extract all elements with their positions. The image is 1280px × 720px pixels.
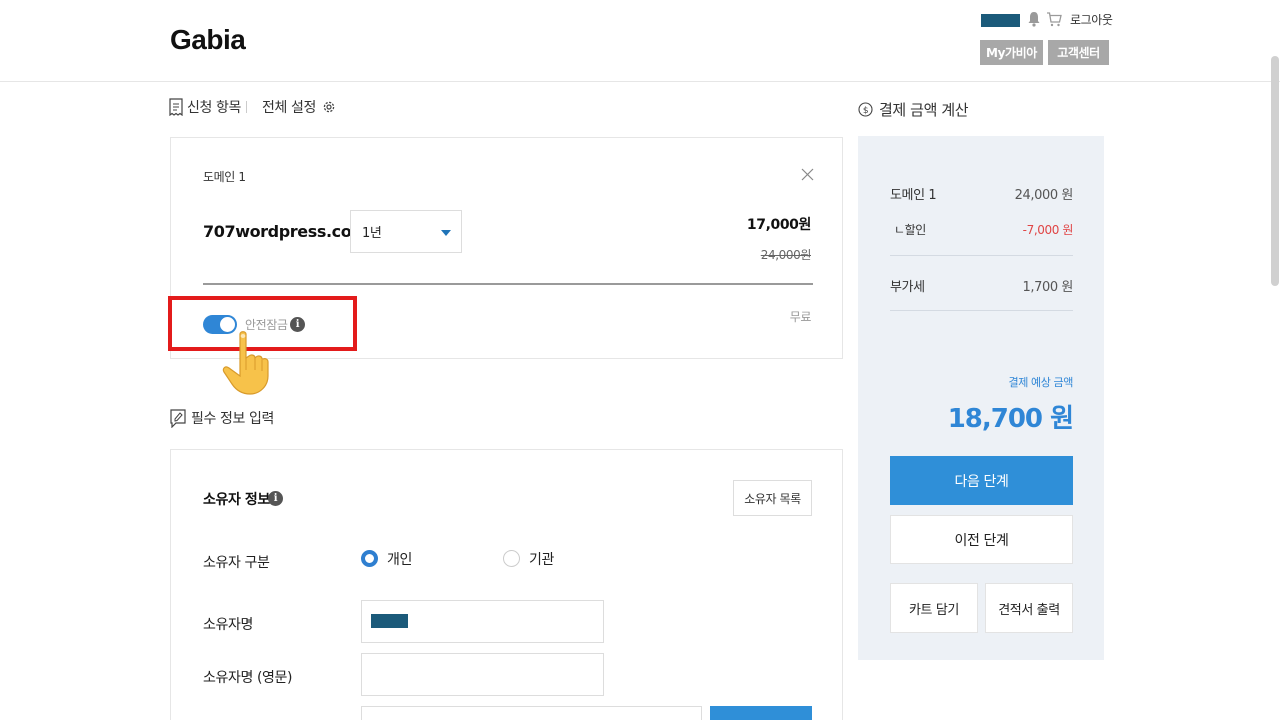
domain-title: 도메인 1 (203, 170, 246, 184)
page-scrollbar[interactable] (1271, 56, 1279, 286)
my-gabia-button[interactable]: My가비아 (980, 40, 1043, 65)
tab-all-settings[interactable]: 전체 설정 (262, 97, 340, 117)
summary-discount-label: ㄴ할인 (894, 223, 926, 237)
gear-icon (323, 101, 335, 113)
receipt-icon (169, 98, 183, 116)
estimated-amount: 18,700 원 (947, 404, 1074, 434)
owner-type-organization-radio[interactable] (503, 550, 520, 567)
summary-vat-row: 부가세 1,700 원 (890, 276, 1073, 295)
summary-vat-label: 부가세 (890, 280, 925, 295)
required-info-label: 필수 정보 입력 (191, 411, 274, 427)
safe-lock-price: 무료 (789, 310, 812, 324)
payment-section: $ 결제 금액 계산 (858, 99, 969, 120)
period-select-value: 1년 (362, 226, 382, 241)
summary-domain-row: 도메인 1 24,000 원 (890, 184, 1073, 203)
summary-divider (890, 310, 1073, 311)
summary-discount-value: -7,000 원 (1022, 223, 1074, 237)
svg-text:$: $ (863, 106, 868, 116)
next-field-button[interactable] (710, 706, 812, 720)
next-step-button[interactable]: 다음 단계 (890, 456, 1073, 505)
tab-applied-items-label: 신청 항목 (187, 100, 241, 116)
required-info-section: 필수 정보 입력 (169, 408, 274, 428)
owner-name-en-input[interactable] (361, 653, 604, 696)
dollar-circle-icon: $ (858, 102, 873, 117)
tab-applied-items[interactable]: 신청 항목 (169, 97, 241, 117)
summary-divider (890, 255, 1073, 256)
tab-all-settings-label: 전체 설정 (262, 100, 316, 116)
cart-icon[interactable] (1046, 11, 1062, 27)
owner-name-label: 소유자명 (203, 617, 253, 633)
owner-type-label: 소유자 구분 (203, 555, 270, 571)
domain-price: 17,000원 (746, 217, 812, 233)
print-quote-button[interactable]: 견적서 출력 (985, 583, 1073, 633)
caret-down-icon (441, 230, 451, 236)
summary-domain-label: 도메인 1 (890, 188, 937, 203)
domain-original-price: 24,000원 (760, 248, 812, 262)
owner-type-organization-label[interactable]: 기관 (529, 549, 554, 569)
top-header: Gabia 로그아웃 My가비아 고객센터 (0, 0, 1280, 82)
logout-link[interactable]: 로그아웃 (1070, 11, 1113, 28)
masked-owner-name (371, 614, 408, 628)
estimated-amount-label: 결제 예상 금액 (1008, 376, 1073, 389)
pointing-hand-icon (222, 331, 269, 395)
owner-name-en-label: 소유자명 (영문) (203, 670, 293, 686)
close-icon[interactable] (801, 168, 814, 181)
owner-info-title: 소유자 정보 (203, 492, 270, 508)
add-to-cart-button[interactable]: 카트 담기 (890, 583, 978, 633)
owner-name-input[interactable] (361, 600, 604, 643)
gabia-logo[interactable]: Gabia (170, 24, 246, 56)
bell-icon[interactable] (1027, 11, 1041, 27)
summary-domain-price: 24,000 원 (1014, 188, 1074, 203)
owner-list-button[interactable]: 소유자 목록 (733, 480, 812, 516)
summary-vat-value: 1,700 원 (1022, 280, 1073, 295)
owner-type-individual-radio[interactable] (361, 550, 378, 567)
owner-type-individual-label[interactable]: 개인 (387, 549, 412, 569)
next-field-input[interactable] (361, 706, 702, 720)
masked-user-name[interactable] (981, 14, 1020, 27)
summary-discount-row: ㄴ할인 -7,000 원 (890, 221, 1073, 238)
payment-section-label: 결제 금액 계산 (879, 101, 969, 119)
tab-divider (246, 101, 247, 113)
card-divider (203, 283, 813, 285)
customer-center-button[interactable]: 고객센터 (1048, 40, 1109, 65)
prev-step-button[interactable]: 이전 단계 (890, 515, 1073, 564)
domain-name: 707wordpress.com (203, 222, 368, 241)
period-select[interactable]: 1년 (350, 210, 462, 253)
owner-info-card: 소유자 정보 i 소유자 목록 소유자 구분 개인 기관 소유자명 소유자명 (… (170, 449, 843, 720)
edit-note-icon (170, 409, 186, 428)
payment-summary-panel: 도메인 1 24,000 원 ㄴ할인 -7,000 원 부가세 1,700 원 … (858, 136, 1104, 660)
owner-info-icon[interactable]: i (268, 491, 283, 506)
